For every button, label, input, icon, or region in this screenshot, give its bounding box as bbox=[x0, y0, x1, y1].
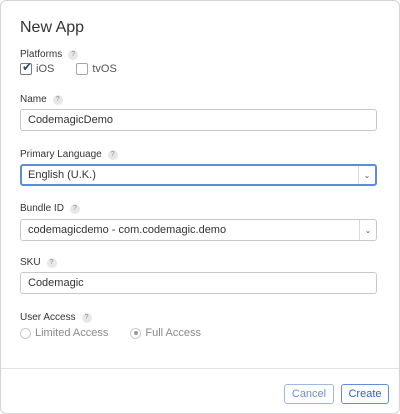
primary-language-value: English (U.K.) bbox=[28, 169, 96, 181]
radio-selected-dot bbox=[133, 331, 138, 335]
full-access-label[interactable]: Full Access bbox=[145, 327, 201, 339]
user-access-help-icon[interactable]: ? bbox=[81, 312, 92, 323]
footer-divider bbox=[1, 368, 399, 369]
user-access-label: User Access bbox=[20, 312, 76, 323]
new-app-dialog: New App Platforms ? ✔ iOS tvOS Name ? Co… bbox=[0, 0, 400, 414]
tvos-label[interactable]: tvOS bbox=[92, 63, 116, 75]
chevron-down-icon[interactable]: ⌄ bbox=[359, 220, 376, 240]
ios-checkbox[interactable]: ✔ bbox=[20, 60, 33, 75]
cancel-button[interactable]: Cancel bbox=[284, 384, 334, 404]
chevron-down-icon[interactable]: ⌄ bbox=[358, 166, 375, 184]
create-button[interactable]: Create bbox=[341, 384, 389, 404]
limited-access-label[interactable]: Limited Access bbox=[35, 327, 108, 339]
bundle-id-label: Bundle ID bbox=[20, 203, 64, 214]
primary-language-label: Primary Language bbox=[20, 149, 102, 160]
primary-language-select[interactable]: English (U.K.) ⌄ bbox=[20, 164, 377, 186]
name-input[interactable]: CodemagicDemo bbox=[20, 109, 377, 131]
primary-language-label-row: Primary Language ? bbox=[20, 149, 118, 160]
limited-access-radio[interactable] bbox=[20, 327, 31, 339]
full-access-radio[interactable] bbox=[130, 327, 142, 339]
dialog-title: New App bbox=[20, 19, 85, 36]
bundle-id-label-row: Bundle ID ? bbox=[20, 203, 80, 214]
user-access-options: Limited Access Full Access bbox=[20, 327, 223, 339]
sku-label-row: SKU ? bbox=[20, 257, 57, 268]
platforms-help-icon[interactable]: ? bbox=[68, 49, 79, 60]
primary-language-help-icon[interactable]: ? bbox=[107, 149, 118, 160]
platforms-options: ✔ iOS tvOS bbox=[20, 60, 139, 75]
tvos-checkbox[interactable] bbox=[76, 63, 89, 75]
checkmark-icon: ✔ bbox=[22, 60, 33, 74]
name-label-row: Name ? bbox=[20, 94, 63, 105]
ios-label[interactable]: iOS bbox=[36, 63, 54, 75]
bundle-id-help-icon[interactable]: ? bbox=[69, 203, 80, 214]
sku-help-icon[interactable]: ? bbox=[46, 257, 57, 268]
sku-label: SKU bbox=[20, 257, 41, 268]
platforms-label-row: Platforms ? bbox=[20, 49, 79, 60]
name-label: Name bbox=[20, 94, 47, 105]
bundle-id-value: codemagicdemo - com.codemagic.demo bbox=[28, 224, 227, 236]
name-help-icon[interactable]: ? bbox=[52, 94, 63, 105]
user-access-label-row: User Access ? bbox=[20, 312, 92, 323]
bundle-id-select[interactable]: codemagicdemo - com.codemagic.demo ⌄ bbox=[20, 219, 377, 241]
platforms-label: Platforms bbox=[20, 49, 63, 60]
sku-input[interactable]: Codemagic bbox=[20, 272, 377, 294]
